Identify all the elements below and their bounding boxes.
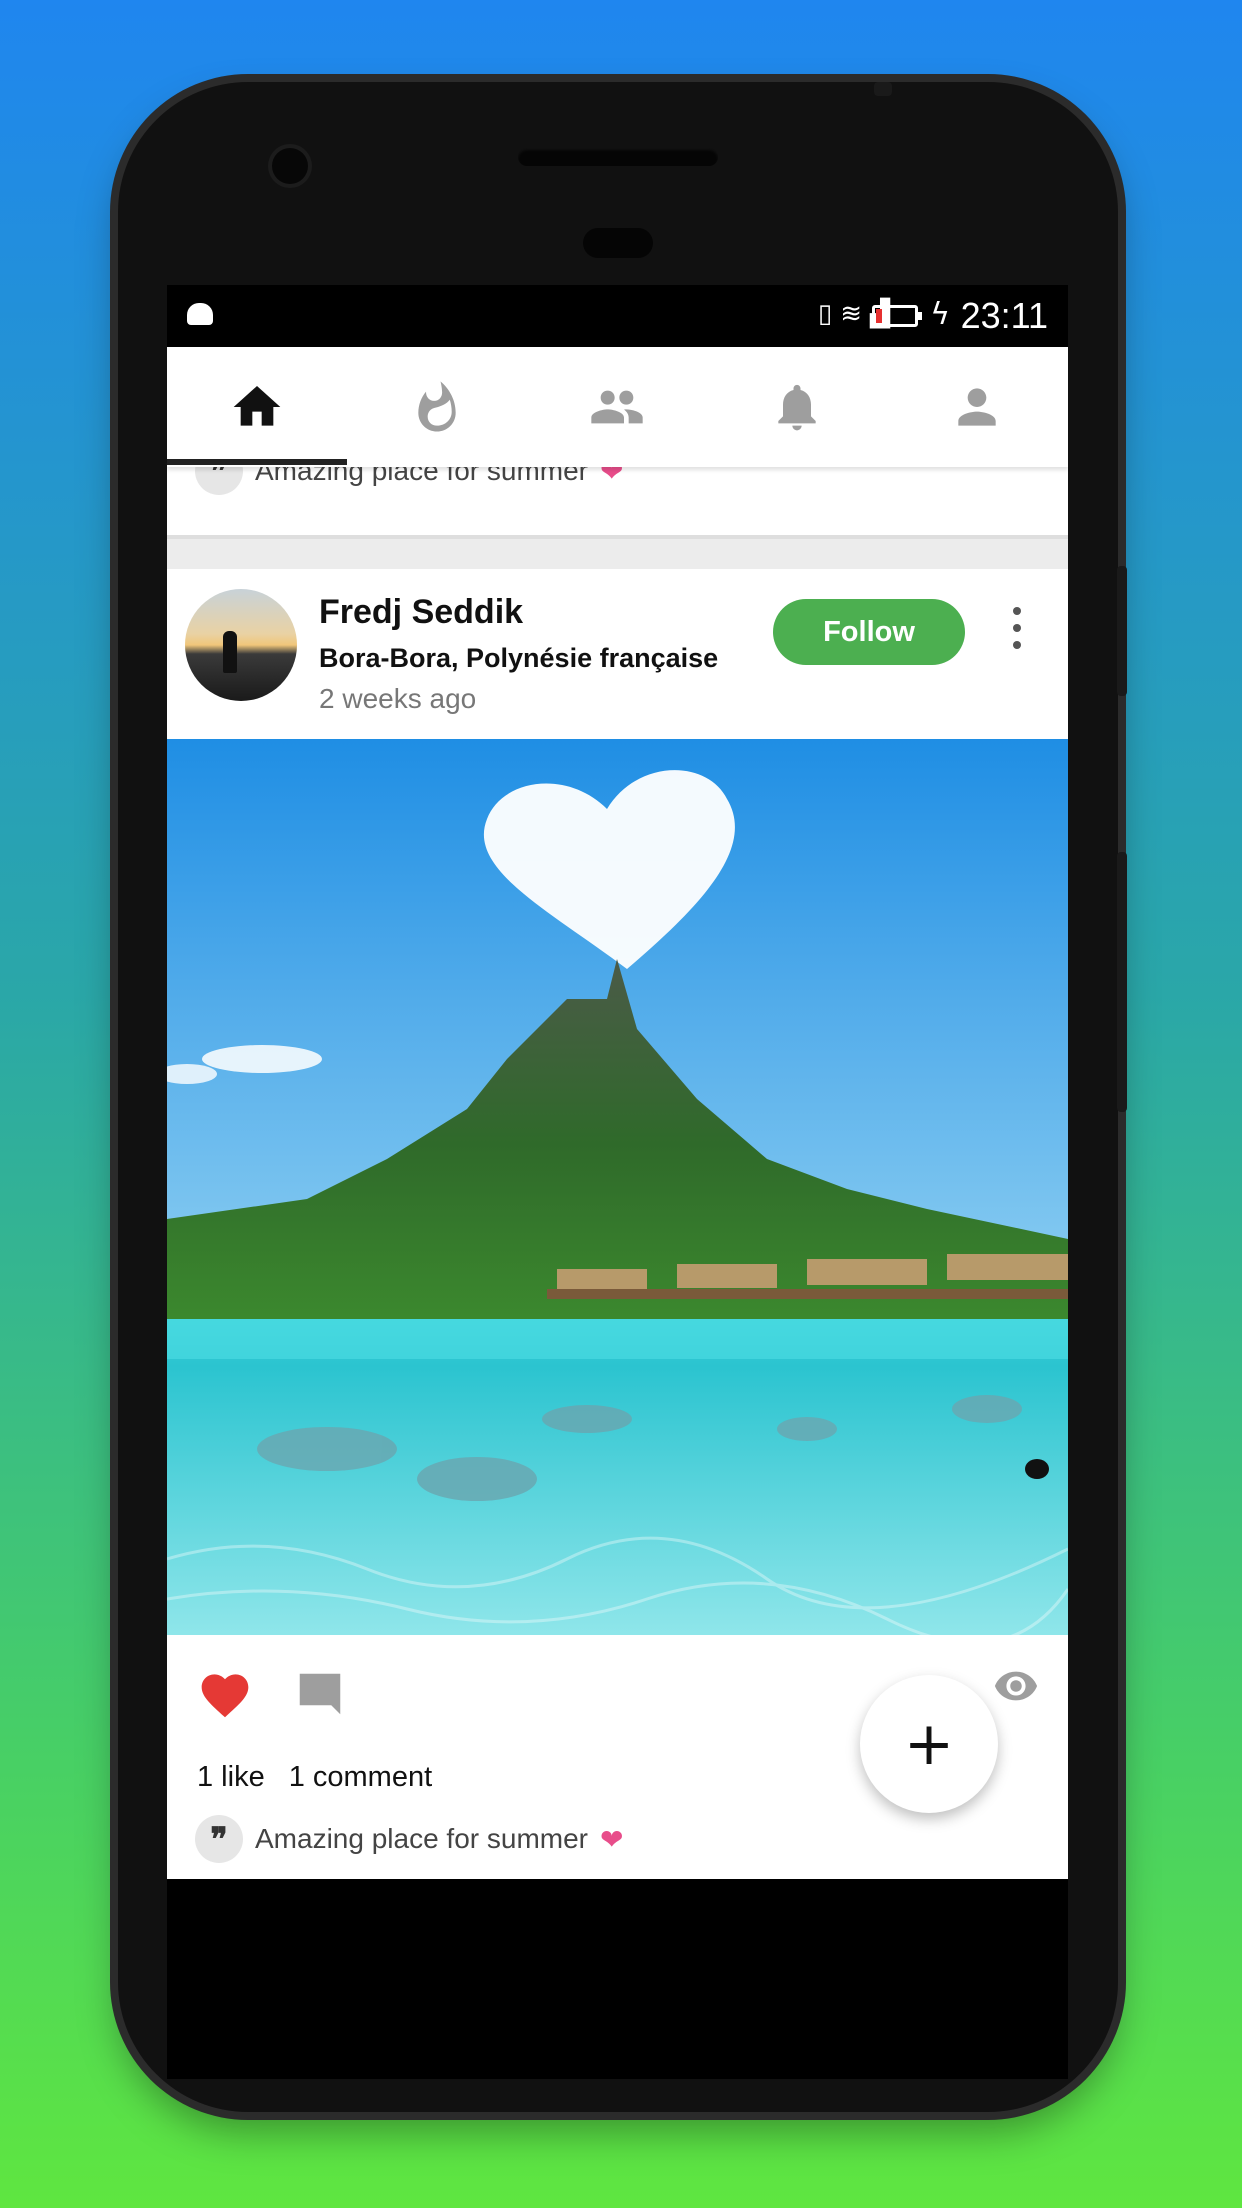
tab-friends[interactable] <box>527 347 707 467</box>
like-heart-icon[interactable] <box>197 1667 253 1719</box>
proximity-sensor <box>583 228 653 258</box>
app-screen: ▯≋▟ ϟ 23:11 ❞ Amazing place for summer ❤ <box>167 285 1068 1879</box>
front-camera <box>272 148 308 184</box>
android-icon <box>187 303 213 325</box>
follow-button[interactable]: Follow <box>773 599 965 665</box>
fire-icon <box>418 381 456 432</box>
battery-level <box>876 309 882 323</box>
caption-text: Amazing place for summer <box>255 1823 589 1854</box>
status-time: 23:11 <box>960 295 1048 336</box>
eye-icon <box>994 1671 1038 1701</box>
more-options-icon[interactable] <box>999 603 1035 653</box>
likes-count[interactable]: 1 like <box>197 1761 265 1794</box>
post-photo-image <box>167 739 1068 1635</box>
tab-profile[interactable] <box>887 347 1067 467</box>
post-caption: ❞ Amazing place for summer ❤ <box>195 1815 623 1863</box>
power-button <box>1117 566 1127 696</box>
bell-icon <box>778 384 816 431</box>
battery-icon <box>872 305 922 327</box>
post-time: 2 weeks ago <box>319 683 477 714</box>
heart-emoji: ❤ <box>600 1822 624 1856</box>
tab-notifications[interactable] <box>707 347 887 467</box>
vibrate-icon: ▯ <box>817 299 841 329</box>
charging-icon: ϟ <box>930 297 950 332</box>
comments-count[interactable]: 1 comment <box>289 1761 432 1794</box>
top-button <box>874 82 892 96</box>
tab-home[interactable] <box>167 347 347 467</box>
avatar[interactable] <box>185 589 297 701</box>
post-location[interactable]: Bora-Bora, Polynésie française <box>319 643 718 674</box>
person-icon <box>958 388 996 426</box>
avatar-silhouette <box>223 631 237 673</box>
status-bar: ▯≋▟ ϟ 23:11 <box>167 285 1068 347</box>
post-photo[interactable] <box>167 739 1068 1635</box>
post-counts: 1 like 1 comment <box>197 1761 432 1794</box>
comment-icon[interactable] <box>293 1667 347 1721</box>
earpiece-speaker <box>518 148 718 166</box>
feed-gap <box>167 539 1068 569</box>
screen-bottom-bezel <box>167 1879 1068 2079</box>
active-tab-indicator <box>167 459 347 465</box>
home-icon <box>233 386 281 426</box>
post-author[interactable]: Fredj Seddik <box>319 593 523 632</box>
add-post-button[interactable]: + <box>860 1675 998 1813</box>
people-icon <box>591 390 643 424</box>
tab-bar <box>167 347 1068 467</box>
volume-button <box>1117 852 1127 1112</box>
wifi-icon: ≋ <box>840 299 870 329</box>
tab-trending[interactable] <box>347 347 527 467</box>
quote-icon: ❞ <box>195 1815 243 1863</box>
